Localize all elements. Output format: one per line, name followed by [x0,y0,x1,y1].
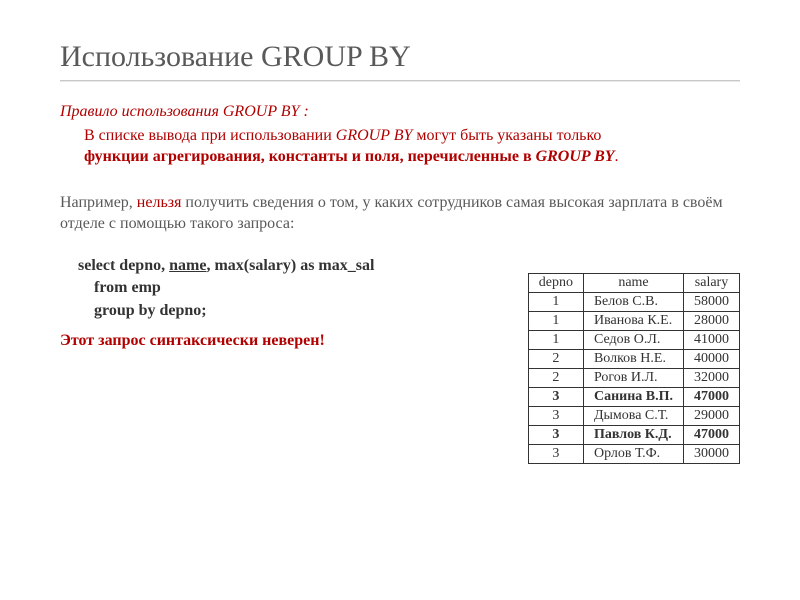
code-l1a: select depno, [78,257,169,274]
th-salary: salary [684,273,740,292]
cell-name: Иванова К.Е. [583,311,683,330]
table-row: 2Рогов И.Л.32000 [528,368,739,387]
cell-depno: 3 [528,444,583,463]
table-row: 1Белов С.В.58000 [528,292,739,311]
table-row: 3Дымова С.Т.29000 [528,406,739,425]
rule-line2-gb: GROUP BY [536,148,615,165]
code-l3: group by depno; [94,302,207,319]
example-paragraph: Например, нельзя получить сведения о том… [60,192,740,235]
cell-name: Санина В.П. [583,387,683,406]
table-row: 3Орлов Т.Ф.30000 [528,444,739,463]
cell-salary: 30000 [684,444,740,463]
cell-name: Рогов И.Л. [583,368,683,387]
cell-salary: 29000 [684,406,740,425]
cell-depno: 2 [528,349,583,368]
cell-name: Белов С.В. [583,292,683,311]
code-l2: from emp [94,279,161,296]
cell-salary: 47000 [684,387,740,406]
rule-line1-post: могут быть указаны только [412,127,601,144]
cell-name: Седов О.Л. [583,330,683,349]
cell-depno: 3 [528,425,583,444]
rule-label: Правило использования GROUP BY : [60,103,309,120]
slide: Использование GROUP BY Правило использов… [0,0,800,600]
emp-table-wrap: depno name salary 1Белов С.В.580001Ивано… [528,273,740,464]
code-l1b: name [169,257,206,274]
table-header-row: depno name salary [528,273,739,292]
table-row: 2Волков Н.Е.40000 [528,349,739,368]
cell-depno: 3 [528,406,583,425]
para-pre: Например, [60,194,137,211]
rule-text: В списке вывода при использовании GROUP … [84,125,740,168]
para-nel: нельзя [137,194,182,211]
rule-line2-pre: функции агрегирования, константы и поля,… [84,148,536,165]
cell-name: Дымова С.Т. [583,406,683,425]
th-name: name [583,273,683,292]
cell-name: Орлов Т.Ф. [583,444,683,463]
rule-line2-post: . [615,148,619,165]
sql-code: select depno, name, max(salary) as max_s… [78,255,508,322]
emp-table: depno name salary 1Белов С.В.580001Ивано… [528,273,740,464]
cell-salary: 40000 [684,349,740,368]
cell-depno: 3 [528,387,583,406]
rule-line1-pre: В списке вывода при использовании [84,127,336,144]
content-row: select depno, name, max(salary) as max_s… [60,249,740,464]
cell-salary: 32000 [684,368,740,387]
cell-salary: 41000 [684,330,740,349]
table-row: 3Павлов К.Д.47000 [528,425,739,444]
rule-line1-gb: GROUP BY [336,127,413,144]
cell-salary: 47000 [684,425,740,444]
cell-depno: 2 [528,368,583,387]
table-row: 1Седов О.Л.41000 [528,330,739,349]
cell-name: Волков Н.Е. [583,349,683,368]
cell-salary: 58000 [684,292,740,311]
cell-depno: 1 [528,330,583,349]
left-column: select depno, name, max(salary) as max_s… [60,249,508,350]
cell-name: Павлов К.Д. [583,425,683,444]
th-depno: depno [528,273,583,292]
table-body: 1Белов С.В.580001Иванова К.Е.280001Седов… [528,292,739,463]
cell-depno: 1 [528,292,583,311]
code-l1c: , max(salary) as max_sal [206,257,374,274]
error-note: Этот запрос синтаксически неверен! [60,332,508,350]
cell-depno: 1 [528,311,583,330]
page-title: Использование GROUP BY [60,40,740,81]
cell-salary: 28000 [684,311,740,330]
rule-block: Правило использования GROUP BY : В списк… [60,101,740,168]
table-row: 3Санина В.П.47000 [528,387,739,406]
table-row: 1Иванова К.Е.28000 [528,311,739,330]
